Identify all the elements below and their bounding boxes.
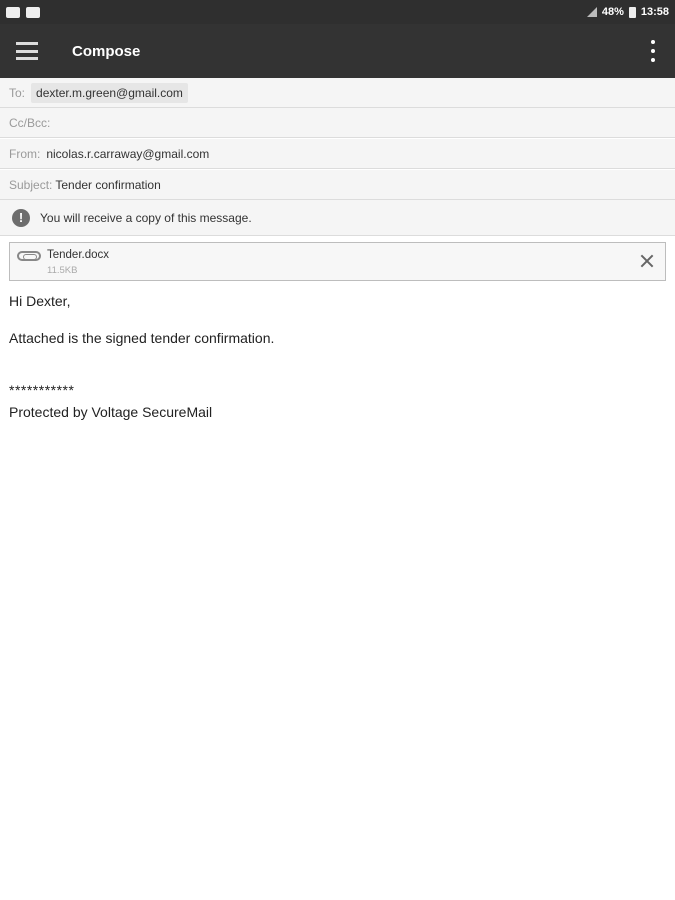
from-field[interactable]: From: nicolas.r.carraway@gmail.com	[0, 139, 675, 169]
battery-percent: 48%	[601, 6, 624, 18]
image-notification-icon	[6, 6, 20, 18]
signature-separator[interactable]: ***********	[9, 382, 74, 398]
mail-notification-icon	[26, 6, 40, 18]
copy-notice-text: You will receive a copy of this message.	[40, 210, 252, 225]
status-notifications	[6, 6, 40, 18]
status-indicators: 48% 13:58	[586, 6, 669, 18]
signal-icon	[586, 7, 597, 17]
copy-notice: ! You will receive a copy of this messag…	[0, 200, 675, 236]
body-greeting[interactable]: Hi Dexter,	[9, 293, 70, 309]
from-value: nicolas.r.carraway@gmail.com	[46, 146, 210, 161]
attachment-name: Tender.docx	[47, 249, 110, 261]
remove-attachment-icon[interactable]	[639, 253, 655, 269]
subject-field[interactable]: Subject: Tender confirmation	[0, 170, 675, 200]
page-title: Compose	[72, 42, 141, 60]
attachment-card[interactable]: Tender.docx 11.5KB	[9, 242, 666, 281]
hamburger-menu-icon	[16, 42, 38, 60]
battery-icon	[628, 6, 636, 18]
paperclip-icon	[17, 251, 41, 261]
to-field[interactable]: To: dexter.m.green@gmail.com	[0, 78, 675, 108]
more-options-icon[interactable]	[645, 40, 661, 62]
cc-bcc-field[interactable]: Cc/Bcc:	[0, 108, 675, 138]
app-bar: Compose	[0, 24, 675, 78]
from-label: From:	[9, 146, 41, 161]
signature[interactable]: Protected by Voltage SecureMail	[9, 404, 212, 420]
to-label: To:	[9, 85, 26, 100]
status-bar: 48% 13:58	[0, 0, 675, 24]
subject-label: Subject:	[9, 177, 53, 192]
body-line[interactable]: Attached is the signed tender confirmati…	[9, 330, 274, 346]
menu-button[interactable]	[0, 24, 54, 78]
cc-bcc-label: Cc/Bcc:	[9, 115, 51, 130]
attachment-size: 11.5KB	[47, 265, 78, 276]
clock: 13:58	[640, 6, 669, 18]
to-recipient-chip[interactable]: dexter.m.green@gmail.com	[31, 82, 188, 103]
info-icon: !	[12, 208, 30, 227]
subject-value[interactable]: Tender confirmation	[55, 178, 160, 192]
